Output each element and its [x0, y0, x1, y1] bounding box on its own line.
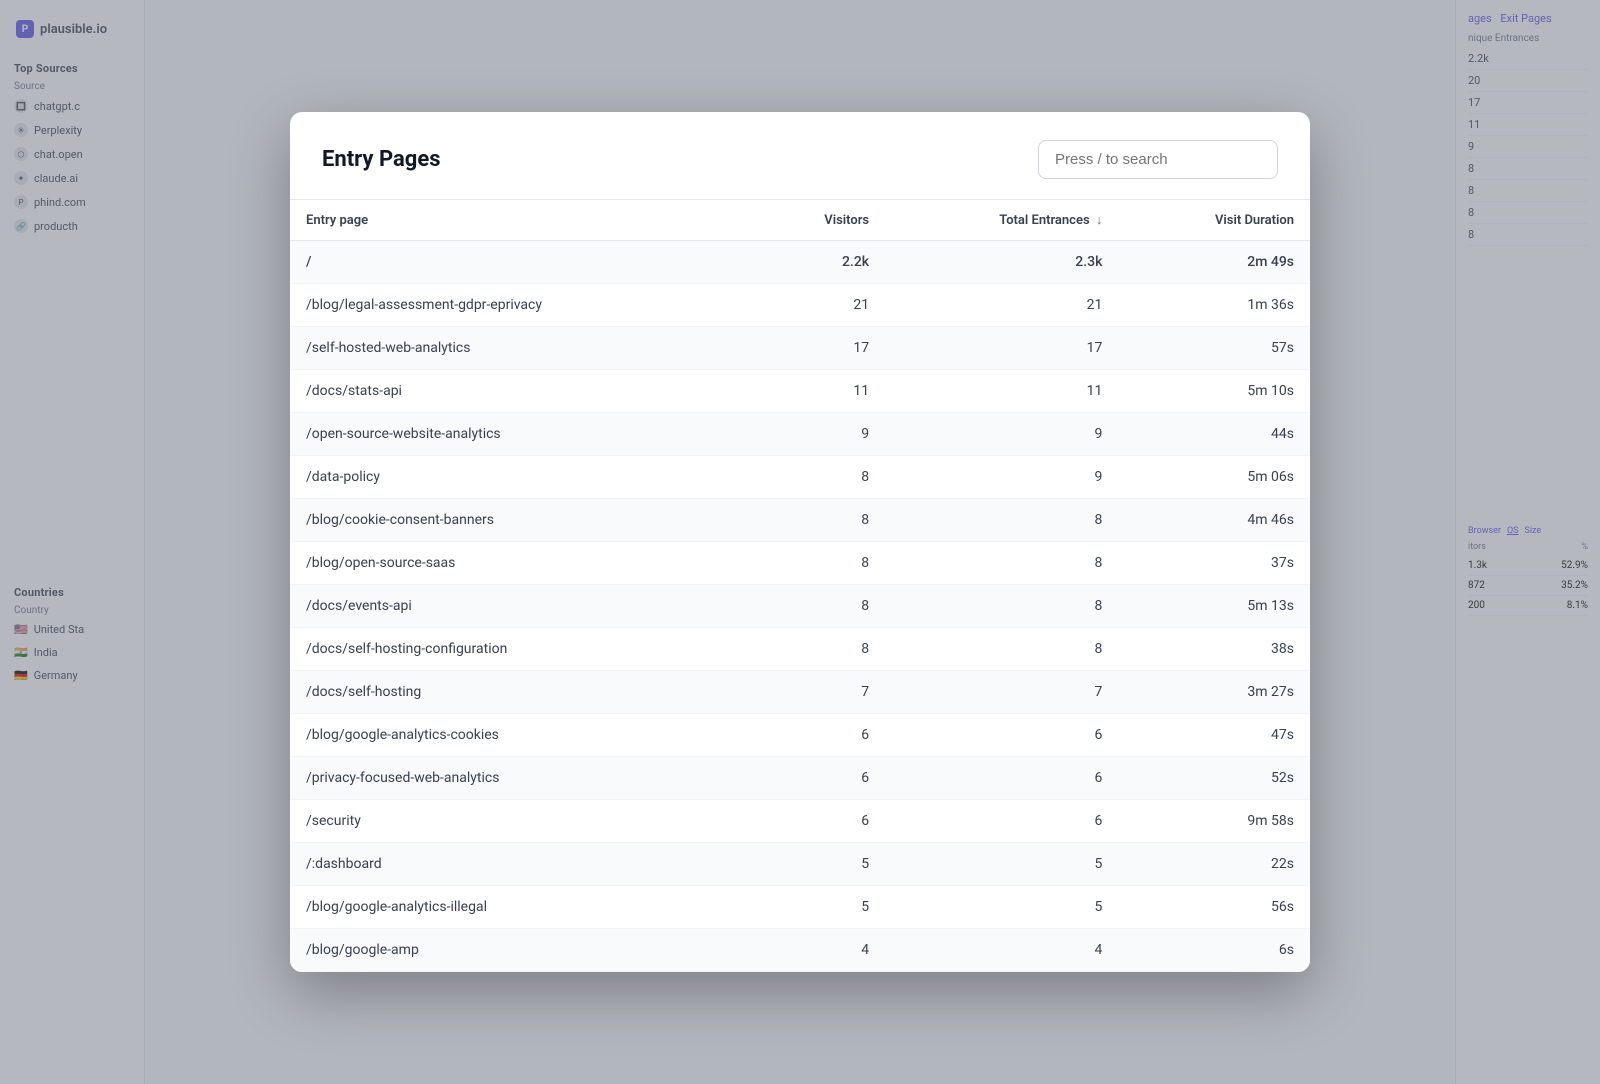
entry-page-cell: /	[290, 241, 753, 284]
visitors-cell: 9	[753, 413, 886, 456]
entry-page-cell: /docs/self-hosting-configuration	[290, 628, 753, 671]
duration-cell: 2m 49s	[1118, 241, 1310, 284]
table-row: /docs/events-api885m 13s	[290, 585, 1310, 628]
visitors-cell: 21	[753, 284, 886, 327]
table-row: /2.2k2.3k2m 49s	[290, 241, 1310, 284]
duration-cell: 6s	[1118, 929, 1310, 972]
table-row: /data-policy895m 06s	[290, 456, 1310, 499]
table-row: /privacy-focused-web-analytics6652s	[290, 757, 1310, 800]
entry-page-cell: /blog/cookie-consent-banners	[290, 499, 753, 542]
visitors-cell: 7	[753, 671, 886, 714]
duration-cell: 37s	[1118, 542, 1310, 585]
table-row: /blog/open-source-saas8837s	[290, 542, 1310, 585]
entrances-cell: 6	[885, 714, 1118, 757]
duration-cell: 52s	[1118, 757, 1310, 800]
col-entry-page: Entry page	[290, 200, 753, 241]
visitors-cell: 6	[753, 800, 886, 843]
visitors-cell: 6	[753, 714, 886, 757]
table-row: /:dashboard5522s	[290, 843, 1310, 886]
entry-page-cell: /docs/self-hosting	[290, 671, 753, 714]
entry-page-cell: /blog/google-analytics-illegal	[290, 886, 753, 929]
entrances-cell: 6	[885, 757, 1118, 800]
entry-page-cell: /security	[290, 800, 753, 843]
entry-page-cell: /blog/open-source-saas	[290, 542, 753, 585]
entry-page-cell: /open-source-website-analytics	[290, 413, 753, 456]
duration-cell: 9m 58s	[1118, 800, 1310, 843]
visitors-cell: 8	[753, 585, 886, 628]
search-input[interactable]	[1038, 140, 1278, 179]
duration-cell: 57s	[1118, 327, 1310, 370]
entrances-cell: 5	[885, 886, 1118, 929]
entry-page-cell: /privacy-focused-web-analytics	[290, 757, 753, 800]
duration-cell: 44s	[1118, 413, 1310, 456]
entrances-cell: 4	[885, 929, 1118, 972]
visitors-cell: 2.2k	[753, 241, 886, 284]
entrances-cell: 8	[885, 628, 1118, 671]
entry-page-cell: /docs/events-api	[290, 585, 753, 628]
table-row: /docs/self-hosting-configuration8838s	[290, 628, 1310, 671]
header-row: Entry page Visitors Total Entrances ↓ Vi…	[290, 200, 1310, 241]
entry-page-cell: /blog/legal-assessment-gdpr-eprivacy	[290, 284, 753, 327]
duration-cell: 1m 36s	[1118, 284, 1310, 327]
entry-page-cell: /self-hosted-web-analytics	[290, 327, 753, 370]
table-row: /blog/google-analytics-illegal5556s	[290, 886, 1310, 929]
duration-cell: 5m 06s	[1118, 456, 1310, 499]
entrances-cell: 9	[885, 456, 1118, 499]
table-row: /blog/cookie-consent-banners884m 46s	[290, 499, 1310, 542]
entry-page-cell: /docs/stats-api	[290, 370, 753, 413]
entrances-cell: 8	[885, 585, 1118, 628]
entrances-cell: 6	[885, 800, 1118, 843]
visitors-cell: 8	[753, 499, 886, 542]
visitors-cell: 8	[753, 456, 886, 499]
entry-page-cell: /data-policy	[290, 456, 753, 499]
visitors-cell: 6	[753, 757, 886, 800]
visitors-cell: 8	[753, 628, 886, 671]
duration-cell: 3m 27s	[1118, 671, 1310, 714]
entry-page-cell: /:dashboard	[290, 843, 753, 886]
entrances-cell: 9	[885, 413, 1118, 456]
col-total-entrances: Total Entrances ↓	[885, 200, 1118, 241]
entry-page-cell: /blog/google-amp	[290, 929, 753, 972]
entrances-cell: 21	[885, 284, 1118, 327]
col-visit-duration: Visit Duration	[1118, 200, 1310, 241]
table-row: /docs/self-hosting773m 27s	[290, 671, 1310, 714]
modal-header: Entry Pages	[290, 112, 1310, 200]
table-row: /docs/stats-api11115m 10s	[290, 370, 1310, 413]
visitors-cell: 17	[753, 327, 886, 370]
table-row: /open-source-website-analytics9944s	[290, 413, 1310, 456]
entrances-cell: 2.3k	[885, 241, 1118, 284]
duration-cell: 4m 46s	[1118, 499, 1310, 542]
entrances-cell: 8	[885, 542, 1118, 585]
table-row: /security669m 58s	[290, 800, 1310, 843]
sort-arrow-icon: ↓	[1096, 212, 1103, 228]
table-header: Entry page Visitors Total Entrances ↓ Vi…	[290, 200, 1310, 241]
entrances-cell: 17	[885, 327, 1118, 370]
duration-cell: 5m 13s	[1118, 585, 1310, 628]
table-row: /blog/google-amp446s	[290, 929, 1310, 972]
duration-cell: 5m 10s	[1118, 370, 1310, 413]
modal-body: Entry page Visitors Total Entrances ↓ Vi…	[290, 200, 1310, 972]
col-visitors: Visitors	[753, 200, 886, 241]
entrances-cell: 11	[885, 370, 1118, 413]
visitors-cell: 5	[753, 886, 886, 929]
visitors-cell: 4	[753, 929, 886, 972]
modal-title: Entry Pages	[322, 147, 441, 172]
entrances-cell: 8	[885, 499, 1118, 542]
entrances-cell: 7	[885, 671, 1118, 714]
entry-pages-modal: Entry Pages Entry page Visitors Total En…	[290, 112, 1310, 972]
entry-pages-table: Entry page Visitors Total Entrances ↓ Vi…	[290, 200, 1310, 972]
duration-cell: 38s	[1118, 628, 1310, 671]
duration-cell: 47s	[1118, 714, 1310, 757]
table-row: /blog/google-analytics-cookies6647s	[290, 714, 1310, 757]
entrances-cell: 5	[885, 843, 1118, 886]
duration-cell: 22s	[1118, 843, 1310, 886]
table-row: /blog/legal-assessment-gdpr-eprivacy2121…	[290, 284, 1310, 327]
duration-cell: 56s	[1118, 886, 1310, 929]
table-body: /2.2k2.3k2m 49s/blog/legal-assessment-gd…	[290, 241, 1310, 972]
table-row: /self-hosted-web-analytics171757s	[290, 327, 1310, 370]
entry-page-cell: /blog/google-analytics-cookies	[290, 714, 753, 757]
visitors-cell: 11	[753, 370, 886, 413]
visitors-cell: 5	[753, 843, 886, 886]
visitors-cell: 8	[753, 542, 886, 585]
